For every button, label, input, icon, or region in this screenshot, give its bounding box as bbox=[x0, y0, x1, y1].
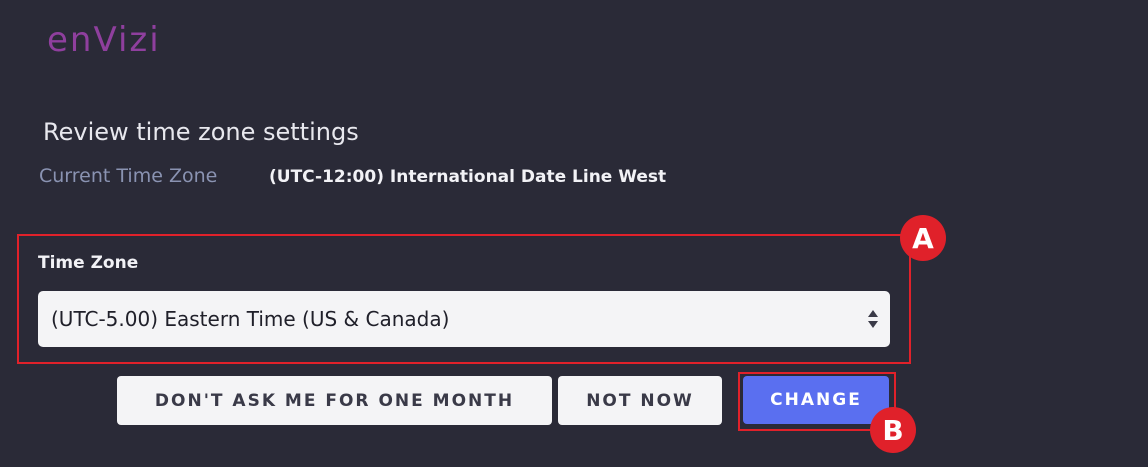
time-zone-field-label: Time Zone bbox=[38, 253, 139, 273]
dialog-title: Review time zone settings bbox=[43, 118, 359, 146]
annotation-b-badge: B bbox=[870, 407, 916, 453]
not-now-button[interactable]: NOT NOW bbox=[558, 376, 722, 425]
current-time-zone-label: Current Time Zone bbox=[39, 165, 218, 187]
select-arrows-icon bbox=[868, 310, 878, 328]
time-zone-select-value: (UTC-5.00) Eastern Time (US & Canada) bbox=[51, 307, 450, 331]
dont-ask-one-month-button[interactable]: DON'T ASK ME FOR ONE MONTH bbox=[117, 376, 552, 425]
current-time-zone-value: (UTC-12:00) International Date Line West bbox=[269, 167, 667, 187]
envizi-logo: enVizi bbox=[47, 20, 161, 60]
change-button[interactable]: CHANGE bbox=[743, 376, 889, 424]
annotation-a-badge: A bbox=[900, 215, 946, 261]
time-zone-select[interactable]: (UTC-5.00) Eastern Time (US & Canada) bbox=[38, 291, 890, 347]
